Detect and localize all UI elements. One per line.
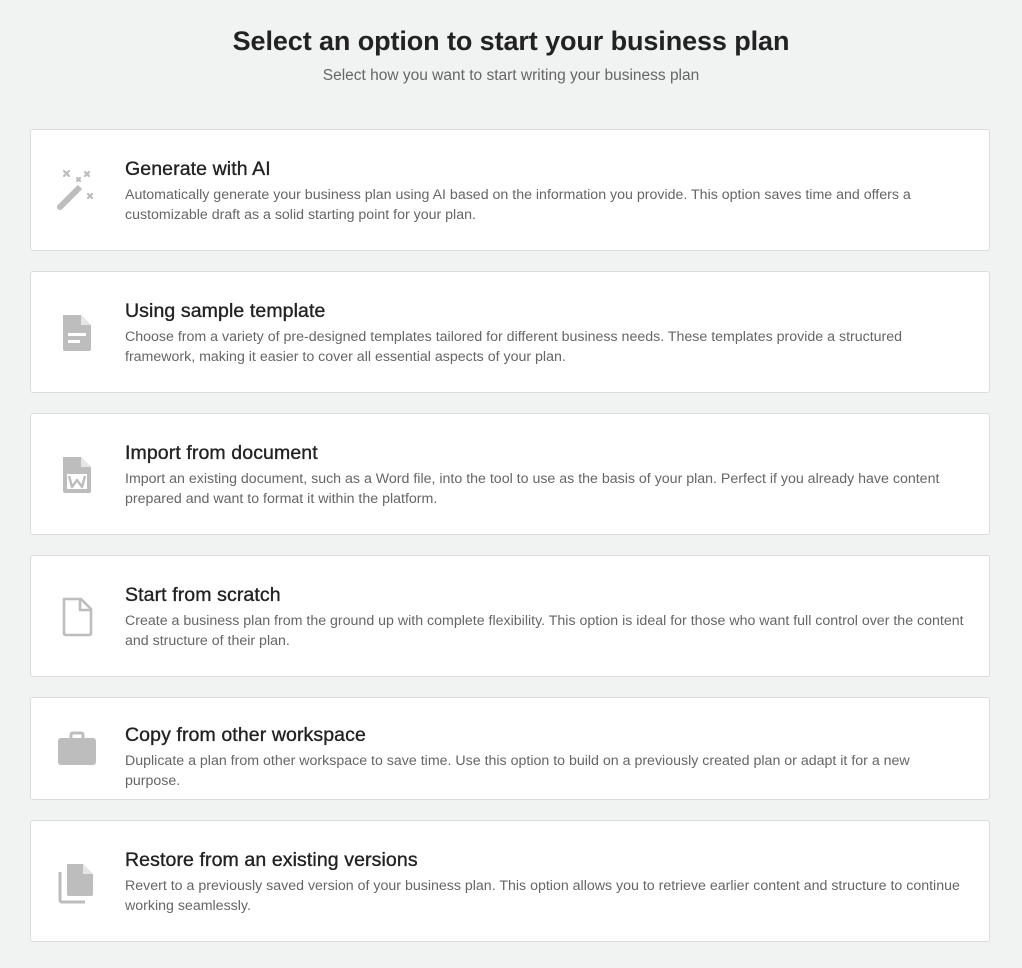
option-generate-with-ai[interactable]: Generate with AI Automatically generate … — [30, 129, 990, 251]
option-description: Automatically generate your business pla… — [125, 187, 911, 223]
option-title: Using sample template — [125, 300, 326, 322]
option-title: Copy from other workspace — [125, 724, 366, 746]
option-description: Choose from a variety of pre-designed te… — [125, 329, 903, 365]
option-description: Import an existing document, such as a W… — [125, 471, 940, 507]
page-title: Select an option to start your business … — [232, 26, 790, 56]
option-title: Generate with AI — [125, 158, 271, 180]
option-description: Create a business plan from the ground u… — [125, 613, 964, 649]
magic-wand-icon — [55, 169, 99, 213]
option-title: Restore from an existing versions — [125, 849, 418, 871]
option-description: Duplicate a plan from other workspace to… — [125, 753, 910, 789]
option-description: Revert to a previously saved version of … — [125, 878, 960, 914]
blank-file-icon — [55, 595, 99, 639]
option-title: Import from document — [125, 442, 318, 464]
briefcase-icon — [55, 727, 99, 771]
options-list: Generate with AI Automatically generate … — [30, 129, 990, 962]
word-file-icon — [55, 453, 99, 497]
page-header: Select an option to start your business … — [0, 0, 1022, 86]
option-start-from-scratch[interactable]: Start from scratch Create a business pla… — [30, 555, 990, 677]
option-import-from-document[interactable]: Import from document Import an existing … — [30, 413, 990, 535]
option-using-sample-template[interactable]: Using sample template Choose from a vari… — [30, 271, 990, 393]
document-icon — [55, 311, 99, 355]
option-copy-from-other-workspace[interactable]: Copy from other workspace Duplicate a pl… — [30, 697, 990, 800]
file-copies-icon — [55, 860, 99, 904]
option-restore-from-existing-versions[interactable]: Restore from an existing versions Revert… — [30, 820, 990, 942]
option-title: Start from scratch — [125, 584, 281, 606]
page-subtitle: Select how you want to start writing you… — [322, 67, 700, 84]
